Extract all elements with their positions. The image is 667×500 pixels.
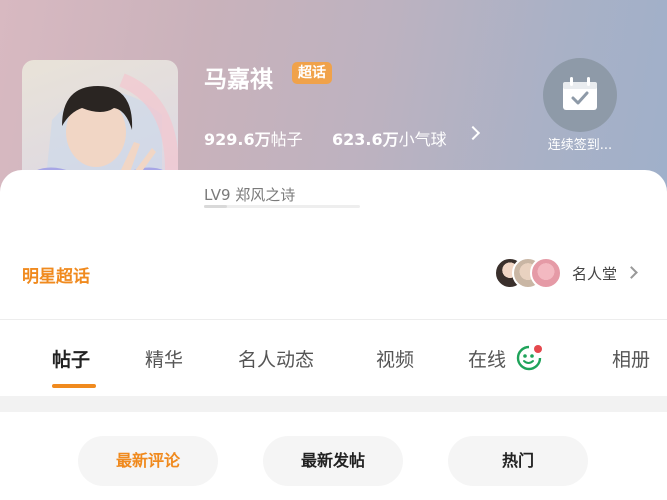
hall-of-fame-link[interactable]: 名人堂 xyxy=(572,263,617,284)
hall-of-fame-avatars[interactable] xyxy=(494,257,566,289)
posts-label: 帖子 xyxy=(270,130,303,149)
checkin-label: 连续签到... xyxy=(547,138,613,153)
tab-album[interactable]: 相册 xyxy=(612,345,650,372)
section-separator xyxy=(0,396,667,412)
divider xyxy=(0,319,667,320)
tab-celebrity-updates[interactable]: 名人动态 xyxy=(238,345,314,372)
topic-name: 马嘉祺 xyxy=(204,67,273,93)
tab-online[interactable]: 在线 xyxy=(468,345,506,372)
online-emoji-icon xyxy=(515,344,543,372)
posts-stat[interactable]: 929.6万帖子 xyxy=(204,126,303,150)
tab-featured[interactable]: 精华 xyxy=(145,345,183,372)
sort-latest-posts-button[interactable]: 最新发帖 xyxy=(263,436,403,486)
level-progress-track xyxy=(204,205,360,208)
fame-avatar xyxy=(530,257,562,289)
sort-latest-comments-button[interactable]: 最新评论 xyxy=(78,436,218,486)
balloons-stat[interactable]: 623.6万小气球 xyxy=(332,126,447,150)
level-progress-fill xyxy=(204,205,228,208)
star-super-topic-label[interactable]: 明星超话 xyxy=(22,262,90,287)
checkin-button[interactable] xyxy=(543,58,617,132)
posts-count: 929.6万 xyxy=(204,130,271,149)
balloons-label: 小气球 xyxy=(398,130,447,149)
super-topic-badge: 超话 xyxy=(292,62,332,84)
sort-hot-button[interactable]: 热门 xyxy=(448,436,588,486)
tab-videos[interactable]: 视频 xyxy=(376,345,414,372)
calendar-check-icon xyxy=(563,77,597,110)
active-tab-indicator xyxy=(52,384,96,388)
user-level: LV9 郑风之诗 xyxy=(204,186,296,204)
balloons-count: 623.6万 xyxy=(332,130,399,149)
tab-posts[interactable]: 帖子 xyxy=(52,345,90,372)
